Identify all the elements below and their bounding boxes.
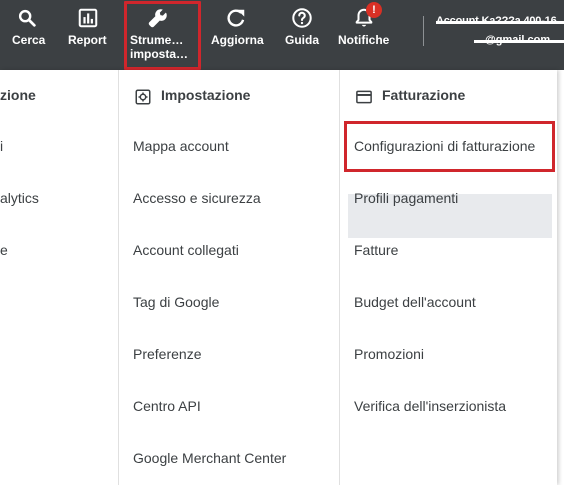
help-button-label: Guida <box>285 33 320 47</box>
tools-button-highlight <box>124 1 201 70</box>
menu-item[interactable]: alytics <box>0 190 39 206</box>
bar-chart-icon <box>78 8 98 28</box>
notifications-button[interactable]: Notifiche <box>336 0 394 70</box>
menu-item-api-center[interactable]: Centro API <box>133 398 201 414</box>
menu-column-setup: Impostazione Mappa account Accesso e sic… <box>119 70 339 485</box>
redaction-bar <box>474 40 564 43</box>
gear-icon <box>135 89 151 105</box>
menu-item-access-security[interactable]: Accesso e sicurezza <box>133 190 261 206</box>
menu-item-advertiser-verification[interactable]: Verifica dell'inserzionista <box>354 398 506 414</box>
search-button[interactable]: Cerca <box>4 0 52 70</box>
menu-item-promotions[interactable]: Promozioni <box>354 346 424 362</box>
credit-card-icon <box>356 90 372 104</box>
reports-button-label: Report <box>68 33 107 47</box>
menu-item-linked-accounts[interactable]: Account collegati <box>133 242 239 258</box>
menu-item[interactable]: i <box>0 138 3 154</box>
menu-item-google-tag[interactable]: Tag di Google <box>133 294 219 310</box>
redaction-bar <box>436 21 564 24</box>
refresh-button-label: Aggiorna <box>211 33 264 47</box>
menu-item-account-budget[interactable]: Budget dell'account <box>354 294 476 310</box>
refresh-button[interactable]: Aggiorna <box>207 0 267 70</box>
search-button-label: Cerca <box>12 33 46 47</box>
menu-item-invoices[interactable]: Fatture <box>354 242 398 258</box>
billing-settings-highlight <box>344 121 555 172</box>
column-header: Fatturazione <box>382 87 466 103</box>
menu-item[interactable]: e <box>0 242 8 258</box>
notifications-button-label: Notifiche <box>338 33 390 47</box>
reports-button[interactable]: Report <box>64 0 112 70</box>
column-header: zione <box>0 87 36 103</box>
column-header: Impostazione <box>161 87 251 103</box>
menu-item-account-map[interactable]: Mappa account <box>133 138 229 154</box>
menu-item-payment-profiles[interactable]: Profili pagamenti <box>354 190 458 206</box>
search-icon <box>18 9 36 27</box>
menu-column-truncated: zione i alytics e <box>0 70 118 485</box>
notification-badge: ! <box>366 2 382 18</box>
toolbar-divider <box>423 16 424 46</box>
refresh-icon <box>227 9 245 27</box>
top-toolbar: Cerca Report Strume… imposta… Aggiorna G… <box>0 0 564 70</box>
menu-item-preferences[interactable]: Preferenze <box>133 346 201 362</box>
help-icon <box>292 8 312 28</box>
help-button[interactable]: Guida <box>281 0 325 70</box>
menu-item-merchant-center[interactable]: Google Merchant Center <box>133 450 286 466</box>
